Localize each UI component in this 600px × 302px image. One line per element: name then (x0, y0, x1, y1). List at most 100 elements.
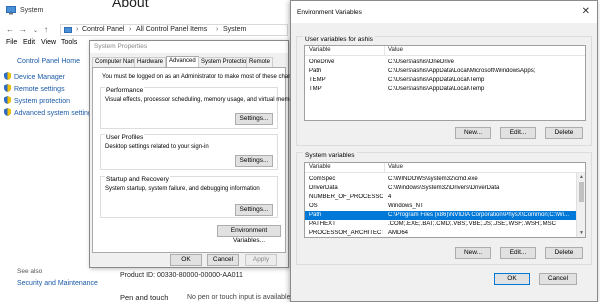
list-item-selected[interactable]: Path C:\Program Files (x86)\NVIDIA Corpor… (305, 211, 585, 220)
var-name: Path (309, 212, 322, 218)
system-protection-link[interactable]: System protection (4, 96, 70, 105)
environment-variables-dialog: Environment Variables ✕ User variables f… (290, 0, 598, 302)
system-edit-button[interactable]: Edit... (500, 247, 536, 259)
env-ok-button[interactable]: OK (494, 273, 530, 285)
left-pane: Control Panel Home Device Manager Remote… (0, 52, 95, 302)
scroll-down-icon[interactable]: ▼ (579, 230, 584, 236)
column-value[interactable]: Value (388, 47, 403, 53)
user-edit-button[interactable]: Edit... (500, 127, 536, 139)
system-protection-label: System protection (14, 98, 71, 105)
remote-settings-link[interactable]: Remote settings (4, 84, 65, 93)
device-manager-link[interactable]: Device Manager (4, 72, 65, 81)
var-value: C:\Users\ashis\OneDrive (388, 59, 455, 65)
breadcrumb-control-panel[interactable]: Control Panel (82, 26, 124, 33)
group-description: Visual effects, processor scheduling, me… (105, 97, 298, 103)
see-also-label: See also (17, 268, 43, 275)
breadcrumb-separator: › (76, 26, 79, 33)
list-item[interactable]: OneDrive C:\Users\ashis\OneDrive (305, 58, 585, 67)
var-value: .COM;.EXE;.BAT;.CMD;.VBS;.VBE;.JS;.JSE;.… (388, 221, 556, 227)
tab-advanced[interactable]: Advanced (166, 56, 199, 67)
user-delete-button[interactable]: Delete (545, 127, 583, 139)
column-value[interactable]: Value (388, 164, 403, 170)
var-name: NUMBER_OF_PROCESSORS (309, 194, 383, 200)
back-button[interactable]: ← (6, 25, 14, 34)
user-variables-group: User variables for ashis Variable Value … (296, 36, 592, 146)
menu-file[interactable]: File (6, 39, 17, 46)
system-new-button[interactable]: New... (455, 247, 491, 259)
var-name: PATHEXT (309, 221, 336, 227)
scroll-up-icon[interactable]: ▲ (579, 174, 584, 180)
list-item[interactable]: TEMP C:\Users\ashis\AppData\Local\Temp (305, 76, 585, 85)
list-item[interactable]: OS Windows_NT (305, 202, 585, 211)
var-value: C:\Windows\System32\Drivers\DriverData (388, 185, 500, 191)
up-button[interactable]: ↑ (44, 25, 48, 34)
list-item[interactable]: Path C:\Users\ashis\AppData\Local\Microso… (305, 67, 585, 76)
tab-remote[interactable]: Remote (246, 57, 274, 67)
system-delete-button[interactable]: Delete (545, 247, 583, 259)
remote-settings-label: Remote settings (14, 86, 65, 93)
system-properties-dialog: System Properties Computer Name Hardware… (89, 40, 303, 268)
system-list-scrollbar[interactable]: ▲ ▼ (576, 173, 585, 237)
address-box[interactable]: › Control Panel › All Control Panel Item… (60, 24, 288, 36)
window-title: System (20, 7, 44, 14)
list-item[interactable]: PATHEXT .COM;.EXE;.BAT;.CMD;.VBS;.VBE;.JS… (305, 220, 585, 229)
group-title: Performance (105, 87, 145, 94)
user-profiles-group: User Profiles Desktop settings related t… (100, 134, 278, 170)
column-variable[interactable]: Variable (309, 47, 331, 53)
menu-view[interactable]: View (41, 39, 56, 46)
list-header: Variable Value (305, 163, 585, 173)
shield-icon (4, 108, 11, 116)
list-item[interactable]: NUMBER_OF_PROCESSORS 4 (305, 193, 585, 202)
performance-settings-button[interactable]: Settings... (235, 113, 273, 125)
advanced-tab-panel: You must be logged on as an Administrato… (92, 67, 303, 253)
close-icon[interactable]: ✕ (582, 6, 590, 17)
list-item[interactable]: ComSpec C:\WINDOWS\system32\cmd.exe (305, 175, 585, 184)
list-item[interactable]: PROCESSOR_ARCHITECTURE AMD64 (305, 229, 585, 237)
startup-recovery-settings-button[interactable]: Settings... (235, 204, 273, 216)
security-maintenance-link[interactable]: Security and Maintenance (17, 280, 98, 287)
system-variables-group: System variables Variable Value ComSpec C… (296, 152, 592, 265)
control-panel-home-link[interactable]: Control Panel Home (17, 58, 80, 65)
product-id: Product ID: 00330-80000-00000-AA011 (120, 272, 243, 279)
menu-edit[interactable]: Edit (23, 39, 35, 46)
tab-system-protection[interactable]: System Protection (198, 57, 253, 67)
control-panel-icon (64, 27, 72, 33)
var-name: OneDrive (309, 59, 335, 65)
scroll-thumb[interactable] (579, 182, 584, 202)
advanced-system-settings-label: Advanced system settings (14, 110, 96, 117)
user-new-button[interactable]: New... (455, 127, 491, 139)
user-variables-list[interactable]: Variable Value OneDrive C:\Users\ashis\On… (304, 45, 586, 121)
advanced-system-settings-link[interactable]: Advanced system settings (4, 108, 95, 117)
list-header: Variable Value (305, 46, 585, 56)
pen-touch-label: Pen and touch (120, 293, 169, 302)
menu-tools[interactable]: Tools (61, 39, 77, 46)
var-name: PROCESSOR_ARCHITECTURE (309, 230, 383, 236)
list-item[interactable]: DriverData C:\Windows\System32\Drivers\Dr… (305, 184, 585, 193)
group-title: Startup and Recovery (105, 176, 170, 183)
column-variable[interactable]: Variable (309, 164, 331, 170)
sp-ok-button[interactable]: OK (170, 254, 202, 266)
sp-cancel-button[interactable]: Cancel (207, 254, 239, 266)
forward-button[interactable]: → (19, 25, 27, 34)
breadcrumb-system[interactable]: System (223, 26, 246, 33)
recent-dropdown-icon[interactable]: ⌄ (33, 27, 38, 34)
sp-apply-button[interactable]: Apply (245, 254, 277, 266)
device-manager-label: Device Manager (14, 74, 65, 81)
shield-icon (4, 96, 11, 104)
environment-variables-button[interactable]: Environment Variables... (217, 225, 281, 244)
shield-icon (4, 72, 11, 80)
var-name: TMP (309, 86, 322, 92)
system-icon (6, 6, 16, 15)
var-value: 4 (388, 194, 392, 200)
list-item[interactable]: TMP C:\Users\ashis\AppData\Local\Temp (305, 85, 585, 94)
performance-group: Performance Visual effects, processor sc… (100, 87, 298, 129)
tab-hardware[interactable]: Hardware (134, 57, 167, 67)
system-properties-titlebar[interactable]: System Properties (90, 41, 288, 53)
system-variables-list[interactable]: Variable Value ComSpec C:\WINDOWS\system3… (304, 162, 586, 238)
breadcrumb-all-items[interactable]: All Control Panel Items (136, 26, 207, 33)
env-titlebar[interactable]: Environment Variables ✕ (291, 1, 597, 23)
user-profiles-settings-button[interactable]: Settings... (235, 155, 273, 167)
env-cancel-button[interactable]: Cancel (539, 273, 577, 285)
menu-bar: File Edit View Tools (0, 38, 100, 50)
var-value: C:\Users\ashis\AppData\Local\Temp (388, 77, 485, 83)
